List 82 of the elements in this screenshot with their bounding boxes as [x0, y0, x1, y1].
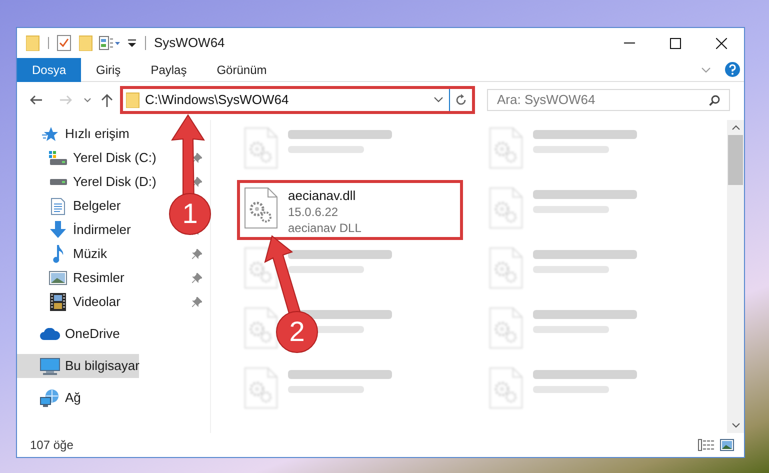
cloud-icon: [40, 328, 60, 340]
nav-item[interactable]: Bu bilgisayar: [17, 354, 140, 378]
file-item[interactable]: aecianav.dll 15.0.6.22 aecianav DLL: [237, 180, 463, 240]
pin-icon: [192, 153, 202, 163]
nav-item[interactable]: Videolar: [47, 290, 120, 314]
nav-label: Yerel Disk (C:): [73, 149, 156, 168]
nav-item[interactable]: Resimler: [47, 266, 124, 290]
music-note-icon: [52, 245, 64, 263]
document-icon: [51, 198, 65, 214]
nav-label: Resimler: [73, 269, 124, 288]
help-icon[interactable]: [725, 62, 740, 77]
file-gears-icon: [489, 187, 523, 229]
nav-item[interactable]: Belgeler: [47, 194, 121, 218]
pin-icon: [192, 297, 202, 307]
nav-label: Müzik: [73, 245, 107, 264]
nav-item[interactable]: İndirmeler: [47, 218, 131, 242]
pin-icon: [192, 273, 202, 283]
nav-label: Bu bilgisayar: [65, 357, 140, 376]
network-icon: [40, 389, 60, 407]
customize-toolbar-icon[interactable]: [127, 38, 137, 48]
nav-item[interactable]: Yerel Disk (C:): [47, 146, 156, 170]
film-strip-icon: [50, 293, 66, 311]
file-gears-icon: [489, 127, 523, 169]
file-detail: 15.0.6.22: [288, 204, 340, 220]
file-gears-icon: [244, 127, 278, 169]
nav-label: OneDrive: [65, 325, 120, 344]
expand-ribbon-icon[interactable]: [701, 66, 711, 72]
drive-icon: [49, 151, 67, 165]
scroll-up-icon[interactable]: [732, 125, 740, 130]
picture-icon: [49, 271, 67, 285]
file-gears-icon: [244, 187, 278, 229]
nav-item[interactable]: Ağ: [39, 386, 81, 410]
scrollbar-thumb[interactable]: [728, 135, 743, 185]
up-arrow-icon[interactable]: [101, 94, 113, 106]
file-gears-icon: [489, 247, 523, 289]
nav-label: Yerel Disk (D:): [73, 173, 156, 192]
file-name: aecianav.dll: [288, 187, 357, 204]
recent-caret-icon[interactable]: [84, 98, 91, 102]
item-count: 107 öğe: [30, 437, 74, 454]
minimize-icon: [624, 42, 634, 44]
nav-item[interactable]: Hızlı erişim: [39, 122, 130, 146]
scrollbar[interactable]: [727, 120, 744, 433]
nav-item[interactable]: Müzik: [47, 242, 107, 266]
ribbon-tab[interactable]: Giriş: [81, 58, 136, 82]
window-title: SysWOW64: [154, 34, 225, 52]
drive-icon: [49, 178, 67, 186]
scroll-down-icon[interactable]: [732, 423, 740, 428]
properties-check-icon[interactable]: [57, 35, 71, 51]
star-icon: [42, 126, 58, 142]
search-input[interactable]: Ara: SysWOW64: [497, 90, 709, 110]
search-field[interactable]: Ara: SysWOW64: [487, 89, 730, 111]
ribbon-tab[interactable]: Paylaş: [136, 58, 202, 82]
close-icon: [716, 38, 726, 48]
file-gears-icon: [244, 367, 278, 409]
address-field[interactable]: C:\Windows\SysWOW64: [120, 86, 475, 114]
nav-item[interactable]: OneDrive: [39, 322, 120, 346]
details-view-icon[interactable]: [698, 439, 714, 451]
nav-label: İndirmeler: [73, 221, 131, 240]
ribbon-tab[interactable]: Görünüm: [202, 58, 282, 82]
monitor-icon: [40, 358, 60, 374]
pin-icon: [192, 249, 202, 259]
file-detail: aecianav DLL: [288, 220, 362, 236]
pin-icon: [192, 177, 202, 187]
ribbon-tab[interactable]: Dosya: [17, 58, 82, 82]
view-options-icon[interactable]: [99, 36, 121, 50]
folder-icon: [126, 92, 140, 108]
down-arrow-icon: [49, 221, 67, 239]
search-icon: [709, 94, 720, 106]
nav-label: Belgeler: [73, 197, 121, 216]
nav-label: Videolar: [73, 293, 120, 312]
file-gears-icon: [489, 367, 523, 409]
refresh-icon[interactable]: [455, 94, 467, 106]
file-gears-icon: [244, 307, 278, 349]
large-icons-view-icon[interactable]: [720, 439, 734, 451]
nav-label: Ağ: [65, 389, 81, 408]
back-arrow-icon[interactable]: [30, 95, 42, 105]
nav-item[interactable]: Yerel Disk (D:): [47, 170, 156, 194]
dropdown-caret-icon[interactable]: [434, 97, 443, 103]
nav-label: Hızlı erişim: [65, 125, 130, 144]
address-path: C:\Windows\SysWOW64: [145, 91, 290, 110]
maximize-icon: [670, 38, 680, 48]
file-gears-icon: [489, 307, 523, 349]
